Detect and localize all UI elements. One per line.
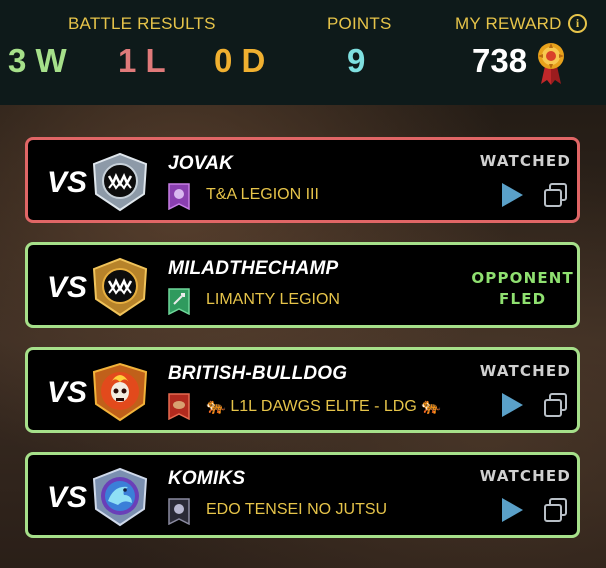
reward-medal-icon [538, 43, 564, 85]
guild-name[interactable]: EDO TENSEI NO JUTSU [206, 501, 387, 519]
fire-skull-badge-icon [92, 362, 148, 422]
battle-status: OPPONENT FLED [471, 268, 574, 310]
opponent-name[interactable]: BRITISH-BULLDOG [168, 363, 347, 385]
vs-label: VS [47, 271, 88, 304]
blue-dragon-badge-icon [92, 467, 148, 527]
points-label: POINTS [327, 14, 392, 33]
reward-value: 738 [472, 42, 528, 79]
copy-link-icon[interactable] [543, 393, 568, 418]
guild-name[interactable]: T&A LEGION III [206, 186, 319, 204]
battle-results-label: BATTLE RESULTS [68, 14, 216, 33]
battle-card[interactable]: VS MILADTHECHAMP LIMANTY LEGION OPPONENT… [25, 242, 580, 328]
losses-count: 1 L [118, 42, 166, 79]
vs-label: VS [47, 166, 88, 199]
guild-name[interactable]: 🐅 L1L DAWGS ELITE - LDG 🐅 [206, 396, 441, 416]
opponent-name[interactable]: JOVAK [168, 153, 233, 175]
battle-card[interactable]: VS KOMIKS EDO TENSEI NO JUTSU WATCHED [25, 452, 580, 538]
my-reward-label: MY REWARD [455, 14, 562, 33]
opponent-name[interactable]: KOMIKS [168, 468, 245, 490]
copy-link-icon[interactable] [543, 183, 568, 208]
draws-count: 0 D [214, 42, 266, 79]
play-replay-icon[interactable] [500, 497, 524, 523]
copy-link-icon[interactable] [543, 498, 568, 523]
points-value: 9 [347, 42, 366, 79]
wins-count: 3 W [8, 42, 67, 79]
battle-status: WATCHED [479, 467, 571, 485]
battle-status: WATCHED [479, 152, 571, 170]
gold-fang-badge-icon [92, 257, 148, 317]
opponent-status-line: OPPONENT [471, 269, 574, 287]
vs-label: VS [47, 376, 88, 409]
vs-label: VS [47, 481, 88, 514]
guild-name[interactable]: LIMANTY LEGION [206, 291, 340, 309]
battle-summary-header: BATTLE RESULTS POINTS MY REWARD i 3 W 1 … [0, 0, 606, 105]
battle-status: WATCHED [479, 362, 571, 380]
battle-card[interactable]: VS BRITISH-BULLDOG 🐅 L1L DAWGS ELITE - L… [25, 347, 580, 433]
battle-card[interactable]: VS JOVAK T&A LEGION III WATCHED [25, 137, 580, 223]
opponent-name[interactable]: MILADTHECHAMP [168, 258, 338, 280]
red-guild-banner-icon [168, 393, 190, 420]
info-icon[interactable]: i [568, 14, 587, 33]
play-replay-icon[interactable] [500, 182, 524, 208]
dark-guild-banner-icon [168, 498, 190, 525]
silver-fang-badge-icon [92, 152, 148, 212]
green-guild-banner-icon [168, 288, 190, 315]
fled-status-line: FLED [499, 290, 547, 308]
play-replay-icon[interactable] [500, 392, 524, 418]
purple-guild-banner-icon [168, 183, 190, 210]
